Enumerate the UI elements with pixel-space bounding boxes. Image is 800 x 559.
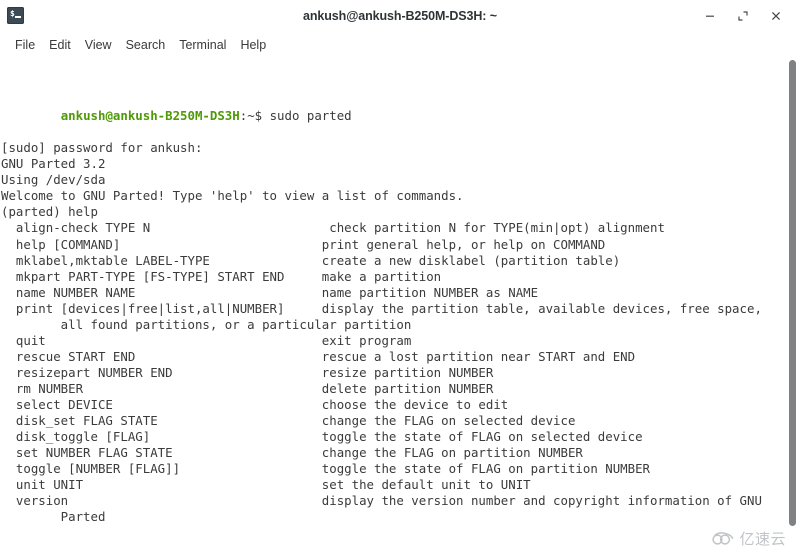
window-controls — [702, 8, 794, 24]
terminal-window: $ ankush@ankush-B250M-DS3H: ~ File Edit … — [0, 0, 800, 559]
terminal-line: Using /dev/sda — [1, 172, 106, 188]
terminal-prompt-line: ankush@ankush-B250M-DS3H:~$ sudo parted — [1, 92, 785, 123]
terminal-line: disk_set FLAG STATE change the FLAG on s… — [1, 413, 576, 429]
menu-item-terminal[interactable]: Terminal — [172, 36, 233, 54]
terminal-line: Parted — [1, 509, 106, 525]
terminal-line: name NUMBER NAME name partition NUMBER a… — [1, 284, 539, 300]
close-button[interactable] — [768, 8, 784, 24]
menu-bar: File Edit View Search Terminal Help — [0, 31, 800, 58]
terminal-output-lines: [sudo] password for ankush: GNU Parted 3.… — [1, 140, 785, 525]
terminal-output[interactable]: ankush@ankush-B250M-DS3H:~$ sudo parted … — [0, 58, 785, 559]
menu-item-file[interactable]: File — [8, 36, 42, 54]
terminal-line: print [devices|free|list,all|NUMBER] dis… — [1, 300, 762, 316]
menu-item-help[interactable]: Help — [233, 36, 273, 54]
title-bar: $ ankush@ankush-B250M-DS3H: ~ — [0, 0, 800, 31]
terminal-line: rm NUMBER delete partition NUMBER — [1, 380, 494, 396]
terminal-line: unit UNIT set the default unit to UNIT — [1, 477, 531, 493]
terminal-line: all found partitions, or a particular pa… — [1, 316, 412, 332]
terminal-line: rescue START END rescue a lost partition… — [1, 348, 636, 364]
terminal-line: (parted) help — [1, 204, 98, 220]
terminal-line: select DEVICE choose the device to edit — [1, 396, 509, 412]
menu-item-view[interactable]: View — [78, 36, 119, 54]
minimize-button[interactable] — [702, 8, 718, 24]
terminal-line: Welcome to GNU Parted! Type 'help' to vi… — [1, 188, 464, 204]
window-title: ankush@ankush-B250M-DS3H: ~ — [303, 8, 497, 23]
maximize-button[interactable] — [735, 8, 751, 24]
prompt-user-host: ankush@ankush-B250M-DS3H — [60, 108, 240, 124]
terminal-area: ankush@ankush-B250M-DS3H:~$ sudo parted … — [0, 58, 800, 559]
terminal-line: mklabel,mktable LABEL-TYPE create a new … — [1, 252, 621, 268]
terminal-line: GNU Parted 3.2 — [1, 156, 106, 172]
prompt-command: sudo parted — [262, 108, 352, 124]
menu-item-edit[interactable]: Edit — [42, 36, 78, 54]
terminal-line: set NUMBER FLAG STATE change the FLAG on… — [1, 445, 583, 461]
terminal-line: help [COMMAND] print general help, or he… — [1, 236, 606, 252]
vertical-scrollbar[interactable] — [785, 58, 800, 559]
terminal-line: mkpart PART-TYPE [FS-TYPE] START END mak… — [1, 268, 442, 284]
terminal-line: toggle [NUMBER [FLAG]] toggle the state … — [1, 461, 651, 477]
menu-item-search[interactable]: Search — [119, 36, 173, 54]
terminal-icon-underscore — [15, 16, 21, 18]
terminal-line: resizepart NUMBER END resize partition N… — [1, 364, 494, 380]
terminal-icon: $ — [7, 7, 24, 24]
prompt-path: :~$ — [239, 108, 263, 124]
terminal-line: [sudo] password for ankush: — [1, 140, 203, 156]
scrollbar-thumb[interactable] — [789, 60, 796, 526]
terminal-line: disk_toggle [FLAG] toggle the state of F… — [1, 429, 643, 445]
terminal-line: version display the version number and c… — [1, 493, 762, 509]
terminal-line: quit exit program — [1, 332, 412, 348]
terminal-line: align-check TYPE N check partition N for… — [1, 220, 665, 236]
